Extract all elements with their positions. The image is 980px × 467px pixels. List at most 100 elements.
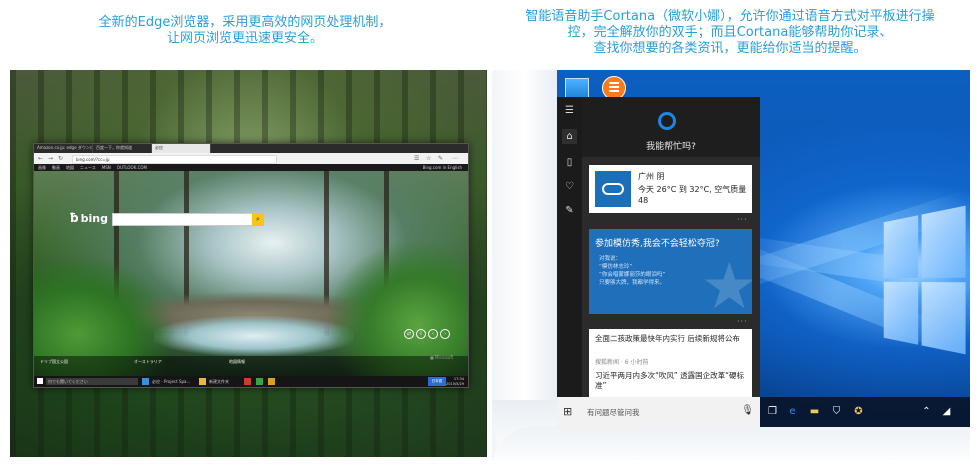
taskbar-search[interactable]: 何でも聞いてください [46, 378, 138, 385]
edge-browser-window: Amazon.co.jp: edge ダウンロード 百度一下，你就知道 必应 ←… [33, 143, 469, 388]
logo-pane [883, 215, 918, 279]
store-icon[interactable]: ⛉ [830, 405, 843, 418]
next-icon[interactable]: › [440, 329, 450, 339]
home-icon[interactable]: ⌂ [562, 129, 577, 144]
quiz-subtext: 对我说： “模仿林志玲” “你会唱蒙娜丽莎的眼泪吗” 只要够大牌，我都学得来。 [599, 255, 665, 287]
favorite-star-icon[interactable]: ☆ [426, 155, 431, 162]
tablet-screen: ☰ ⌂ ▯ ♡ ✎ 我能帮忙吗? 广州 阴 今天 26°C 到 32°C, 空气… [557, 70, 970, 427]
web-note-icon[interactable]: ✎ [438, 155, 443, 162]
app-icon[interactable] [268, 378, 275, 385]
logo-pane [883, 281, 918, 345]
network-icon[interactable]: ◢ [940, 405, 953, 418]
bottom-link[interactable]: オーストラリア [134, 359, 162, 365]
browser-tab-active[interactable]: 必应 [152, 144, 211, 153]
caption-left-line-2: 让网页浏览更迅速更安全。 [166, 31, 323, 46]
browser-tab[interactable]: Amazon.co.jp: edge ダウンロード [34, 144, 93, 153]
taskbar-app-label[interactable]: 必应 - Project Spa... [152, 379, 190, 385]
forward-arrow-icon[interactable]: → [48, 155, 53, 162]
bing-menu-item[interactable]: 画像 [38, 164, 46, 171]
action-center-icon[interactable]: ⌃ [920, 405, 933, 418]
edge-icon[interactable]: e [786, 405, 799, 418]
star-icon: ★ [700, 250, 752, 314]
news-source: 搜狐新闻 · 6 小时前 [595, 359, 649, 366]
windows-taskbar-small: 何でも聞いてください 必应 - Project Spa... 新建文件夹 日本語… [34, 376, 468, 387]
bing-menu-item[interactable]: MSN [102, 164, 111, 171]
caption-right-line-1: 智能语音助手Cortana（微软小娜），允许你通过语音方式对平板进行操 [525, 9, 935, 24]
weather-card[interactable]: 广州 阴 今天 26°C 到 32°C, 空气质量 48 [589, 165, 752, 213]
ime-button[interactable]: 日本語 [428, 377, 446, 386]
windows-taskbar: ❐ e ▬ ⛉ ✪ ⌃ ◢ [760, 397, 970, 427]
bing-menu-item[interactable]: 地図 [66, 164, 74, 171]
windows-start-icon[interactable] [37, 378, 43, 384]
reminders-icon[interactable]: ♡ [562, 179, 577, 194]
quiz-line: 对我说： [599, 256, 622, 262]
cortana-showcase: ☰ ⌂ ▯ ♡ ✎ 我能帮忙吗? 广州 阴 今天 26°C 到 32°C, 空气… [492, 70, 970, 460]
taskbar-clock: 17:34 2015/5/29 [446, 377, 464, 386]
notebook-icon[interactable]: ▯ [562, 155, 577, 170]
hamburger-menu-icon[interactable]: ☰ [562, 103, 577, 118]
bottom-link[interactable]: 地図情報 [229, 359, 245, 365]
app-icon[interactable] [244, 378, 251, 385]
cortana-prompt: 我能帮忙吗? [646, 142, 696, 152]
caption-left: 全新的Edge浏览器，采用更高效的网页处理机制， 让网页浏览更迅速更安全。 [70, 15, 420, 47]
cortana-header: 我能帮忙吗? [582, 97, 760, 157]
weather-detail: 今天 26°C 到 32°C, 空气质量 [638, 185, 747, 194]
folder-icon[interactable] [199, 378, 206, 385]
taskbar-app-label[interactable]: 新建文件夹 [209, 379, 229, 385]
browser-tab[interactable]: 百度一下，你就知道 [93, 144, 152, 153]
back-arrow-icon[interactable]: ← [38, 155, 43, 162]
share-icon[interactable]: ⇄ [404, 329, 414, 339]
bing-menu-item[interactable]: ニュース [80, 164, 96, 171]
bing-b-icon: ƀ [70, 211, 79, 225]
feedback-icon[interactable]: ✎ [562, 203, 577, 218]
info-icon[interactable]: i [416, 329, 426, 339]
windows-wallpaper-logo [883, 205, 966, 355]
cortana-panel: ☰ ⌂ ▯ ♡ ✎ 我能帮忙吗? 广州 阴 今天 26°C 到 32°C, 空气… [557, 97, 760, 427]
quiz-card[interactable]: 参加模仿秀,我会不会轻松夺冠? 对我说： “模仿林志玲” “你会唱蒙娜丽莎的眼泪… [589, 229, 752, 314]
cortana-ring-icon [658, 112, 676, 130]
windows-start-icon[interactable]: ⊞ [563, 405, 572, 418]
app-icon[interactable] [256, 378, 263, 385]
caption-right-line-2: 控，完全解放你的双手；而且Cortana能够帮助你记录、 [567, 25, 893, 40]
quiz-line: “你会唱蒙娜丽莎的眼泪吗” [599, 272, 666, 278]
url-field[interactable]: bing.com/?cc=jp [72, 155, 277, 164]
cloud-icon [595, 171, 631, 207]
bing-bottom-strip: ドリブ国立公園 オーストラリア 地図情報 [34, 356, 468, 376]
task-view-icon[interactable]: ❐ [766, 405, 779, 418]
logo-pane [921, 205, 966, 278]
reading-view-icon[interactable]: ☰ [414, 155, 419, 162]
microphone-icon[interactable]: 🎙 [741, 405, 754, 416]
caption-right-line-3: 查找你想要的各类资讯，更能给你适当的提醒。 [593, 41, 867, 56]
bing-menu-item[interactable]: OUTLOOK.COM [117, 164, 147, 171]
prev-icon[interactable]: ‹ [428, 329, 438, 339]
search-icon[interactable]: ⌕ [252, 213, 264, 226]
bing-search-input[interactable] [112, 213, 254, 226]
bing-english-link[interactable]: Bing.com in English [423, 164, 462, 171]
refresh-icon[interactable]: ↻ [58, 155, 63, 162]
weather-city: 广州 阴 [638, 172, 665, 181]
cortana-search-box[interactable]: ⊞ 有问题尽管问我 🎙 [557, 397, 760, 427]
more-icon[interactable]: ⋯ [452, 155, 458, 162]
edge-icon[interactable] [142, 378, 149, 385]
quiz-more-button[interactable]: ··· [737, 317, 748, 326]
tablet-bezel-left [492, 70, 557, 460]
quiz-line: 只要够大牌，我都学得来。 [599, 280, 666, 286]
bing-homepage: ƀ bing ⌕ ⇄ i ‹ › ■ Microsoft ドリブ国立公園 オースト… [34, 171, 468, 376]
app-icon[interactable]: ✪ [852, 405, 865, 418]
bottom-link[interactable]: ドリブ国立公園 [40, 359, 68, 365]
weather-more-button[interactable]: ··· [737, 215, 748, 224]
news-card[interactable]: 全面二孩政策最快年内实行 后续新规将公布 搜狐新闻 · 6 小时前 习近平两月内… [589, 329, 752, 397]
bing-menu-bar: 画像 動画 地図 ニュース MSN OUTLOOK.COM Bing.com i… [34, 164, 468, 171]
edge-browser-showcase: Amazon.co.jp: edge ダウンロード 百度一下，你就知道 必应 ←… [10, 70, 487, 457]
river-water [154, 316, 354, 356]
quiz-title: 参加模仿秀,我会不会轻松夺冠? [595, 239, 720, 249]
bing-menu-item[interactable]: 動画 [52, 164, 60, 171]
bing-logo: ƀ bing [70, 211, 108, 225]
news-headline[interactable]: 全面二孩政策最快年内实行 后续新规将公布 [595, 334, 745, 344]
search-placeholder: 有问题尽管问我 [587, 408, 640, 417]
tablet-bezel-bottom [492, 427, 970, 460]
bing-logo-text: bing [80, 212, 108, 225]
caption-right: 智能语音助手Cortana（微软小娜），允许你通过语音方式对平板进行操 控，完全… [500, 9, 960, 57]
news-headline[interactable]: 习近平两月内多次“吹风” 透露国企改革“硬标准” [595, 371, 745, 391]
file-explorer-icon[interactable]: ▬ [808, 405, 821, 418]
